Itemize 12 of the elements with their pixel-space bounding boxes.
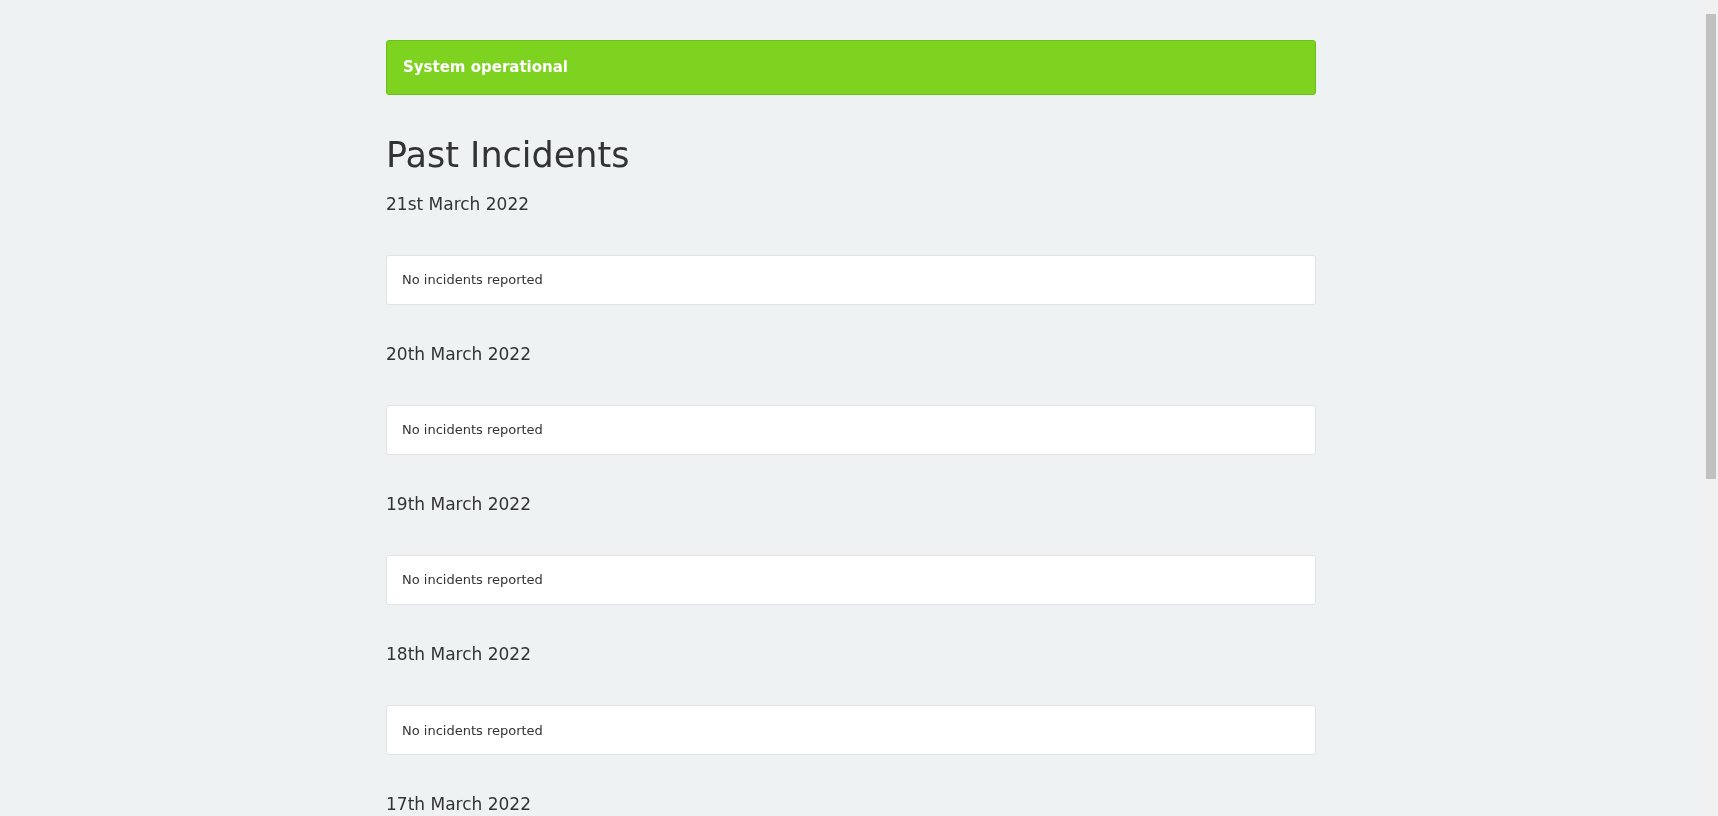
incident-card: No incidents reported — [386, 404, 1316, 455]
status-banner: System operational — [386, 40, 1316, 95]
scrollbar-thumb[interactable] — [1705, 14, 1716, 479]
date-heading: 20th March 2022 — [386, 342, 532, 366]
incident-card: No incidents reported — [386, 254, 1316, 305]
date-heading: 21st March 2022 — [386, 192, 531, 216]
incident-card: No incidents reported — [386, 705, 1316, 756]
page-title: Past Incidents — [386, 133, 631, 177]
date-heading: 19th March 2022 — [386, 492, 532, 516]
incident-card: No incidents reported — [386, 554, 1316, 605]
date-heading: 18th March 2022 — [386, 643, 532, 666]
date-heading: 17th March 2022 — [386, 793, 532, 816]
